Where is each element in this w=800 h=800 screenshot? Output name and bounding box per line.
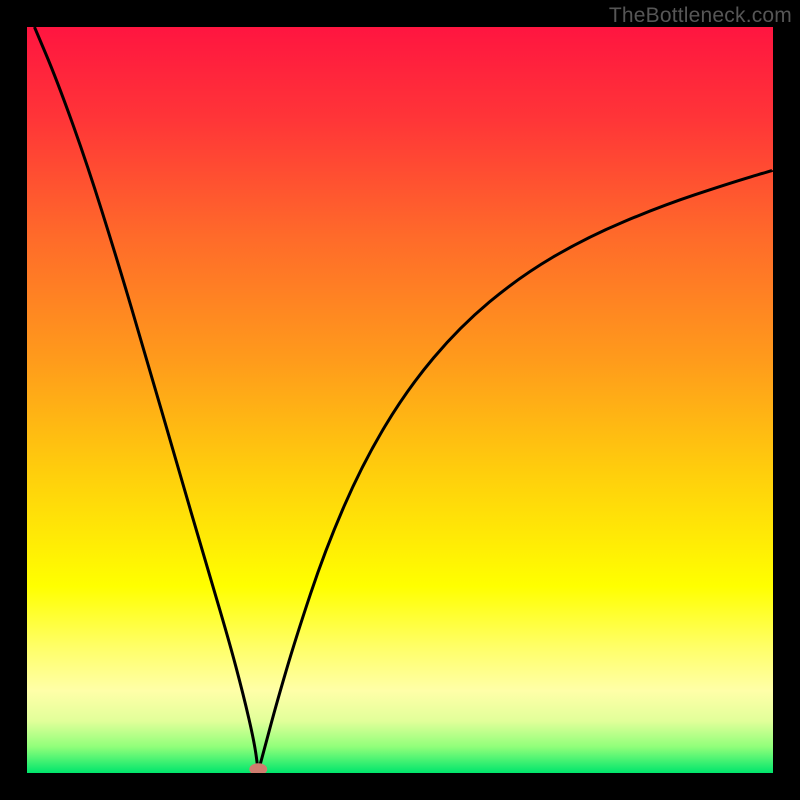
chart-frame: TheBottleneck.com	[0, 0, 800, 800]
plot-svg	[27, 27, 773, 773]
attribution-text: TheBottleneck.com	[609, 4, 792, 28]
plot-area	[27, 27, 773, 773]
